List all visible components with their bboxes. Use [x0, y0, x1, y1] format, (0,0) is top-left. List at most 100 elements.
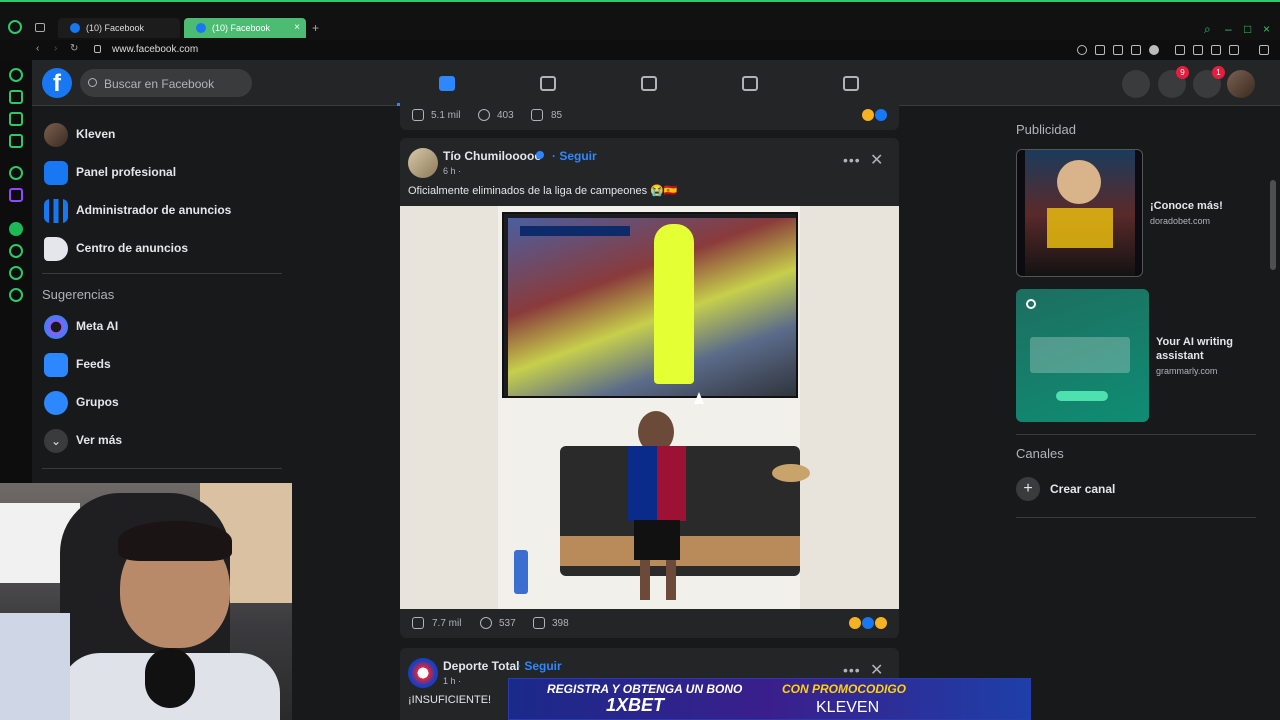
history-icon[interactable]: [9, 244, 23, 258]
post-author-name[interactable]: Deporte Total: [443, 659, 519, 673]
search-tabs-icon[interactable]: ⌕: [1204, 22, 1211, 37]
webcam-blanket: [0, 613, 70, 720]
twitch-icon[interactable]: [9, 188, 23, 202]
sidebar-item-ads-manager[interactable]: Administrador de anuncios: [40, 193, 280, 229]
sidebar-item-groups[interactable]: Grupos: [40, 385, 280, 421]
forward-button[interactable]: ›: [54, 43, 57, 54]
tab-label: (10) Facebook: [86, 23, 145, 33]
share-count[interactable]: 398: [552, 618, 569, 629]
post-author-avatar[interactable]: [408, 658, 438, 688]
sidebar-item-profile[interactable]: Kleven: [40, 117, 280, 153]
ad-image-grammarly[interactable]: [1016, 289, 1149, 422]
account-icon[interactable]: [1193, 45, 1203, 55]
child-shorts: [634, 520, 680, 560]
sidebar-divider: [42, 468, 282, 469]
tab-menu-icon[interactable]: [35, 23, 45, 32]
sidebar-item-see-more[interactable]: ⌄ Ver más: [40, 423, 280, 459]
sidebar-item-label: Grupos: [76, 395, 119, 409]
grammarly-logo-icon: [1026, 299, 1036, 309]
comment-count[interactable]: 537: [499, 618, 516, 629]
pin-icon[interactable]: [1095, 45, 1105, 55]
apps-menu-button[interactable]: [1122, 70, 1150, 98]
promo-code: KLEVEN: [816, 699, 880, 716]
url-field[interactable]: www.facebook.com: [112, 44, 198, 55]
scoreboard-overlay: [520, 226, 630, 236]
goalkeeper-figure: [654, 224, 694, 384]
player-icon[interactable]: [1131, 45, 1141, 55]
previous-post-footer: 5.1 mil 403 85: [400, 100, 899, 130]
sidebar-item-meta-ai[interactable]: Meta AI: [40, 309, 280, 345]
post-options-button[interactable]: •••: [843, 152, 861, 168]
hide-post-button[interactable]: ✕: [870, 660, 883, 680]
ai-icon[interactable]: [1229, 45, 1239, 55]
share-count[interactable]: 85: [551, 110, 562, 121]
menu-icon[interactable]: [1259, 45, 1269, 55]
post-author-name[interactable]: Tío Chumilooooo: [443, 149, 542, 163]
tab-facebook-1[interactable]: (10) Facebook: [58, 18, 180, 38]
like-count[interactable]: 7.7 mil: [432, 618, 461, 629]
messenger-app-icon[interactable]: [9, 112, 23, 126]
tab-facebook-2[interactable]: (10) Facebook ×: [184, 18, 306, 38]
comment-count[interactable]: 403: [497, 110, 514, 121]
spotify-icon[interactable]: [9, 222, 23, 236]
like-reaction-icon: [862, 617, 874, 629]
post-image[interactable]: [400, 206, 899, 609]
hide-post-button[interactable]: ✕: [870, 150, 883, 170]
like-icon[interactable]: [412, 617, 424, 629]
sidebar-item-label: Centro de anuncios: [76, 241, 189, 255]
sidebar-item-ad-center[interactable]: Centro de anuncios: [40, 231, 280, 267]
minimize-button[interactable]: –: [1225, 22, 1232, 36]
post-options-button[interactable]: •••: [843, 662, 861, 678]
close-window-button[interactable]: ×: [1263, 22, 1270, 36]
back-button[interactable]: ‹: [36, 43, 39, 54]
sidebar-item-professional-dashboard[interactable]: Panel profesional: [40, 155, 280, 191]
snapshot-icon[interactable]: [1113, 45, 1123, 55]
post-timestamp[interactable]: 6 h ·: [443, 166, 461, 176]
sidebar-item-feeds[interactable]: Feeds: [40, 347, 280, 383]
tab-close-icon[interactable]: ×: [294, 18, 300, 38]
mail-icon[interactable]: [9, 134, 23, 148]
follow-link[interactable]: · Seguir: [552, 149, 597, 163]
reload-button[interactable]: ↻: [70, 43, 78, 54]
post-timestamp[interactable]: 1 h ·: [443, 676, 461, 686]
follow-label: Seguir: [559, 149, 597, 163]
ad-title[interactable]: ¡Conoce más!: [1150, 200, 1223, 212]
meta-ai-icon: [44, 315, 68, 339]
comment-icon[interactable]: [478, 109, 490, 121]
extensions-rail-icon[interactable]: [9, 266, 23, 280]
ad-cta-button: [1056, 391, 1108, 401]
speed-dial-icon[interactable]: [9, 68, 23, 82]
heart-icon[interactable]: [1149, 45, 1159, 55]
account-avatar[interactable]: [1227, 70, 1255, 98]
settings-icon[interactable]: [9, 166, 23, 180]
extensions-icon[interactable]: [1175, 45, 1185, 55]
ad-image-doradobet[interactable]: [1016, 149, 1143, 277]
follow-link[interactable]: · Seguir: [517, 659, 562, 673]
comment-icon[interactable]: [480, 617, 492, 629]
sidebar-item-label: Panel profesional: [76, 165, 177, 179]
share-icon[interactable]: [533, 617, 545, 629]
mouse-cursor: [694, 392, 704, 404]
workspaces-icon[interactable]: [9, 90, 23, 104]
search-placeholder: Buscar en Facebook: [104, 77, 215, 91]
home-icon: [439, 76, 455, 91]
download-icon[interactable]: [1211, 45, 1221, 55]
post-author-avatar[interactable]: [408, 148, 438, 178]
like-icon[interactable]: [412, 109, 424, 121]
page-scrollbar[interactable]: [1270, 180, 1276, 270]
facebook-logo[interactable]: f: [42, 68, 72, 98]
rail-settings-icon[interactable]: [9, 288, 23, 302]
share-icon[interactable]: [531, 109, 543, 121]
ads-heading: Publicidad: [1016, 122, 1076, 137]
right-divider: [1016, 434, 1256, 435]
new-tab-button[interactable]: +: [312, 21, 319, 35]
verified-badge-icon: [536, 151, 544, 159]
create-channel-button[interactable]: + Crear canal: [1016, 477, 1256, 501]
ad-title[interactable]: Your AI writing assistant: [1156, 335, 1266, 363]
facebook-favicon-icon: [70, 23, 80, 33]
zoom-icon[interactable]: [1077, 45, 1087, 55]
opera-logo-icon[interactable]: [8, 20, 22, 34]
maximize-button[interactable]: □: [1244, 22, 1251, 36]
like-count[interactable]: 5.1 mil: [431, 110, 460, 121]
feed-post: Tío Chumilooooo · Seguir 6 h · ••• ✕ Ofi…: [400, 138, 899, 638]
